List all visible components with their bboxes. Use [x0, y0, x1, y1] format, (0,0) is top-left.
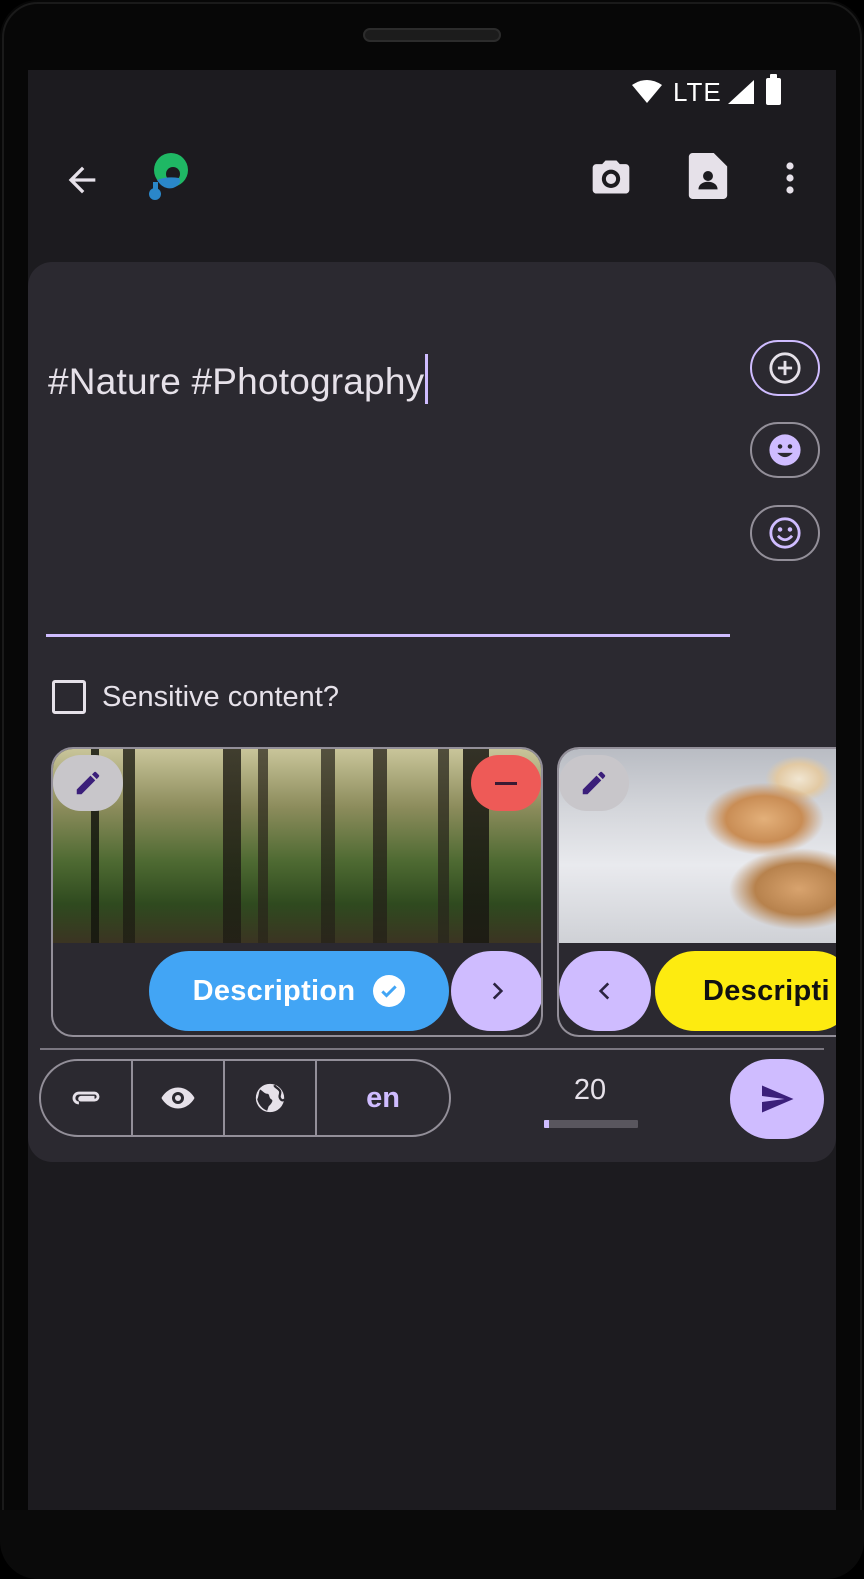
visibility-button[interactable] — [133, 1061, 225, 1135]
back-button[interactable] — [56, 156, 108, 204]
camera-icon — [592, 160, 630, 194]
post-text-input[interactable]: #Nature #Photography — [48, 354, 429, 404]
emoji-icon — [769, 434, 801, 466]
pencil-icon — [582, 771, 606, 795]
sensitive-checkbox[interactable] — [52, 680, 86, 714]
previous-media-button[interactable] — [559, 951, 651, 1031]
divider — [40, 1048, 824, 1050]
remove-media-button[interactable] — [471, 755, 541, 811]
speaker-grille — [363, 28, 501, 42]
screen: LTE #Nature #Photography Sensitive conte… — [28, 70, 836, 1510]
overflow-menu-icon — [786, 162, 794, 194]
sensitive-content-toggle[interactable]: Sensitive content? — [52, 680, 339, 714]
check-circle-icon — [373, 975, 406, 1007]
sensitive-label: Sensitive content? — [102, 680, 339, 713]
send-button[interactable] — [730, 1059, 824, 1139]
emoji-button[interactable] — [750, 422, 820, 478]
text-input-underline — [46, 634, 730, 637]
next-media-button[interactable] — [451, 951, 541, 1031]
document-button[interactable] — [685, 152, 731, 200]
audience-button[interactable] — [225, 1061, 317, 1135]
add-button[interactable] — [750, 340, 820, 396]
text-cursor — [425, 354, 429, 404]
minus-icon — [495, 781, 517, 785]
media-thumbnail-forest[interactable] — [53, 749, 541, 943]
composer-card: #Nature #Photography Sensitive content? — [28, 262, 836, 1162]
device-frame: LTE #Nature #Photography Sensitive conte… — [0, 0, 864, 1579]
media-item: Description — [51, 747, 543, 1037]
character-limit-progress — [544, 1120, 638, 1128]
description-label: Description — [192, 974, 356, 1007]
signal-icon — [728, 80, 754, 104]
description-button[interactable]: Descripti — [655, 951, 836, 1031]
camera-button[interactable] — [588, 154, 634, 200]
pencil-icon — [76, 771, 100, 795]
description-button[interactable]: Description — [149, 951, 449, 1031]
attach-button[interactable] — [41, 1061, 133, 1135]
description-label: Descripti — [703, 974, 830, 1007]
language-button[interactable]: en — [317, 1061, 449, 1135]
back-arrow-icon — [68, 166, 96, 194]
custom-emoji-button[interactable] — [750, 505, 820, 561]
add-circle-icon — [769, 352, 801, 384]
overflow-menu-button[interactable] — [776, 154, 804, 202]
eye-icon — [161, 1087, 195, 1109]
edit-media-button[interactable] — [53, 755, 123, 811]
post-options-toolbar: en — [39, 1059, 451, 1137]
battery-icon — [766, 74, 781, 105]
emoji-outline-icon — [769, 517, 801, 549]
globe-icon — [255, 1083, 285, 1113]
app-bar — [28, 118, 836, 238]
character-limit-progress-fill — [544, 1120, 549, 1128]
character-count: 20 — [573, 1074, 607, 1106]
post-text: #Nature #Photography — [48, 361, 425, 402]
device-bottom-bezel — [0, 1510, 864, 1579]
send-icon — [762, 1085, 794, 1113]
media-item: Descripti — [557, 747, 836, 1037]
status-bar: LTE — [28, 70, 836, 118]
network-type: LTE — [673, 77, 722, 107]
document-icon — [688, 153, 728, 199]
chevron-left-icon — [598, 982, 610, 1000]
paperclip-icon — [72, 1091, 100, 1105]
chevron-right-icon — [492, 982, 504, 1000]
edit-media-button[interactable] — [559, 755, 629, 811]
wifi-icon — [632, 80, 662, 103]
app-logo-icon — [140, 148, 196, 204]
